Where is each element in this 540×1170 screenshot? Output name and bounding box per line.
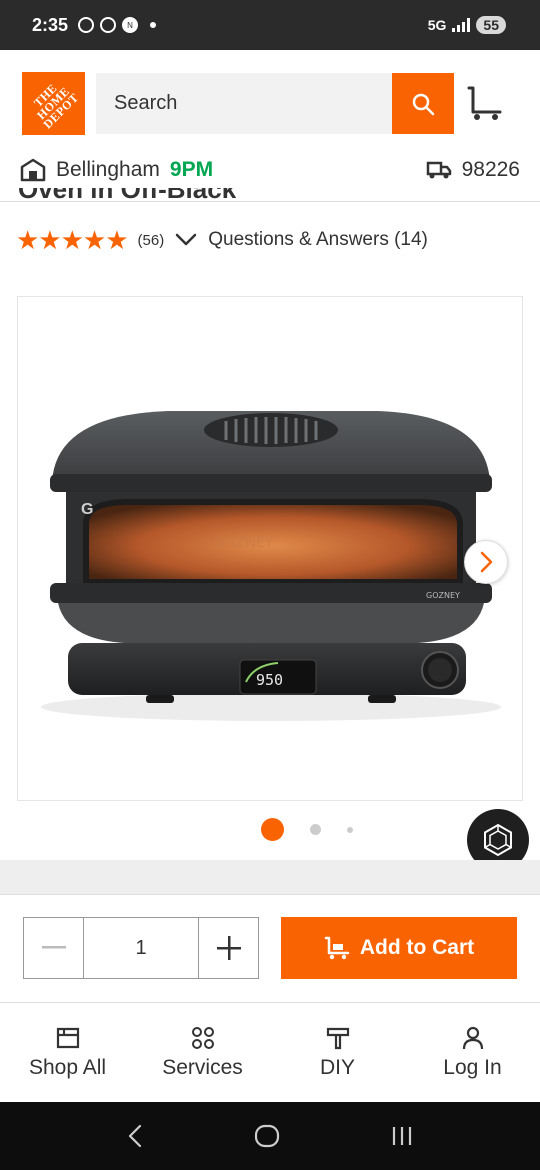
add-to-cart-label: Add to Cart	[359, 936, 475, 959]
decrease-quantity-button[interactable]	[24, 918, 84, 978]
star-rating[interactable]: ★★★★★	[16, 225, 129, 256]
store-row: Bellingham 9PM 98226	[20, 154, 520, 186]
quantity-stepper: 1	[23, 917, 259, 979]
nav-label: DIY	[319, 1055, 355, 1079]
search-placeholder: Search	[114, 92, 178, 114]
site-header: THE HOME DEPOT Search Bellingham 9PM 982…	[0, 50, 540, 202]
store-hours: 9PM	[169, 158, 214, 181]
delivery-zip[interactable]: 98226	[426, 158, 520, 182]
services-icon	[191, 1026, 214, 1049]
pizza-oven-image: GOZNEY G GOZNEY 950	[41, 411, 501, 721]
plus-icon	[216, 936, 241, 960]
chrome-icon	[100, 17, 117, 33]
recents-icon[interactable]	[389, 1123, 415, 1149]
facebook-icon	[78, 17, 95, 33]
add-to-cart-button[interactable]: Add to Cart	[281, 917, 517, 979]
notification-icons: N	[78, 17, 157, 33]
next-image-button[interactable]	[464, 540, 508, 584]
quantity-input[interactable]: 1	[84, 918, 198, 978]
zip-code: 98226	[461, 158, 520, 181]
nav-shop-all[interactable]: Shop All	[0, 1003, 135, 1102]
user-icon	[462, 1026, 483, 1049]
chevron-right-icon	[480, 551, 493, 573]
battery-indicator: 55	[476, 16, 506, 34]
store-icon[interactable]	[20, 158, 46, 182]
nav-log-in[interactable]: Log In	[405, 1003, 540, 1102]
ar-cube-icon	[484, 823, 512, 857]
nav-services[interactable]: Services	[135, 1003, 270, 1102]
image-brand-name: GOZNEY	[426, 591, 460, 600]
search-icon	[412, 93, 435, 115]
network-label: 5G	[427, 17, 447, 33]
nav-label: Log In	[443, 1055, 502, 1079]
diy-icon	[326, 1027, 349, 1049]
home-icon[interactable]	[254, 1123, 280, 1149]
signal-icon	[452, 18, 471, 32]
image-pagination	[261, 818, 353, 841]
chevron-down-icon[interactable]	[174, 228, 198, 252]
rating-row: ★★★★★ (56) Questions & Answers (14)	[16, 225, 428, 256]
review-count[interactable]: (56)	[138, 232, 165, 249]
status-right: 5G 55	[428, 16, 506, 34]
system-nav-bar	[0, 1102, 540, 1170]
pagination-dot[interactable]	[347, 826, 353, 833]
pagination-dot-active[interactable]	[261, 818, 284, 841]
pagination-dot[interactable]	[310, 824, 321, 835]
cart-icon	[467, 86, 502, 120]
status-bar: 2:35 N 5G 55	[0, 0, 540, 50]
svg-text:GOZNEY: GOZNEY	[214, 535, 274, 551]
home-depot-logo[interactable]: THE HOME DEPOT	[22, 72, 85, 135]
back-icon[interactable]	[125, 1123, 145, 1149]
shop-all-icon	[56, 1027, 79, 1048]
questions-answers-link[interactable]: Questions & Answers (14)	[208, 229, 428, 251]
cart-button[interactable]	[466, 84, 504, 122]
search-input[interactable]: Search	[96, 73, 392, 134]
image-brand-mark: G	[81, 501, 93, 518]
logo-text: THE HOME DEPOT	[30, 80, 82, 132]
news-icon: N	[122, 17, 139, 33]
truck-icon	[426, 161, 451, 179]
bottom-nav: Shop All Services DIY Log In	[0, 1002, 540, 1102]
section-divider	[0, 860, 540, 894]
cart-icon	[324, 936, 350, 960]
image-display: 950	[256, 671, 283, 689]
search-button[interactable]	[392, 73, 454, 134]
status-time: 2:35	[32, 14, 69, 35]
purchase-bar: 1 Add to Cart	[0, 894, 540, 1002]
increase-quantity-button[interactable]	[198, 918, 258, 978]
dot-icon	[150, 22, 157, 28]
nav-label: Shop All	[28, 1055, 107, 1079]
nav-diy[interactable]: DIY	[270, 1003, 405, 1102]
minus-icon	[41, 946, 66, 949]
product-image[interactable]: GOZNEY G GOZNEY 950	[17, 296, 523, 801]
nav-label: Services	[162, 1055, 243, 1079]
store-name[interactable]: Bellingham	[56, 158, 160, 182]
product-title: Oven in Off-Black	[18, 188, 237, 204]
